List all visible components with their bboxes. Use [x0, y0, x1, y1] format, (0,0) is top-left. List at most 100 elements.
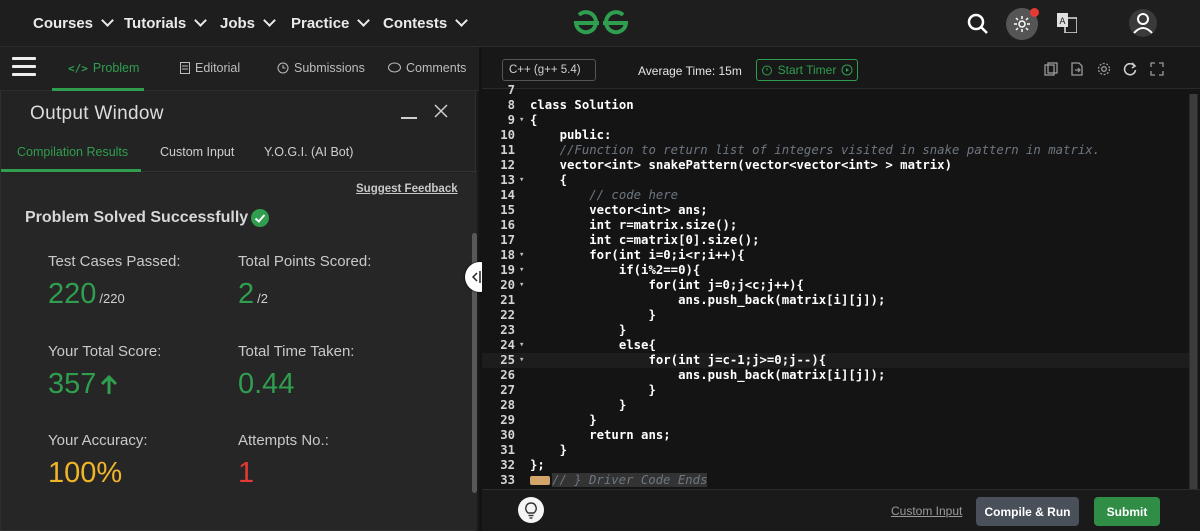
code-line[interactable]: 13 ▾ { [482, 173, 1190, 188]
nav-contests[interactable]: Contests [383, 12, 469, 34]
code-line[interactable]: 21 ans.push_back(matrix[i][j]); [482, 293, 1190, 308]
points-total: /2 [257, 291, 268, 306]
line-number: 33 [500, 473, 515, 487]
tab-submissions-label: Submissions [294, 61, 365, 75]
code-line[interactable]: 31 } [482, 443, 1190, 458]
submit-button[interactable]: Submit [1094, 497, 1160, 526]
minimize-button[interactable] [401, 117, 417, 119]
nav-tutorials[interactable]: Tutorials [124, 12, 208, 34]
code-line-text: int c=matrix[0].size(); [530, 233, 760, 247]
tab-comments[interactable]: Comments [388, 61, 466, 75]
settings-icon[interactable] [1097, 62, 1111, 76]
code-line[interactable]: 22 } [482, 308, 1190, 323]
tab-yogi-bot[interactable]: Y.O.G.I. (AI Bot) [264, 145, 353, 159]
language-select[interactable]: C++ (g++ 5.4) [502, 59, 596, 81]
code-line[interactable]: 14 // code here [482, 188, 1190, 203]
code-line[interactable]: 30 return ans; [482, 428, 1190, 443]
code-line[interactable]: 9 ▾{ [482, 113, 1190, 128]
code-line[interactable]: 11 //Function to return list of integers… [482, 143, 1190, 158]
code-line[interactable]: 28 } [482, 398, 1190, 413]
tab-custom-input[interactable]: Custom Input [160, 145, 234, 159]
code-line[interactable]: 33 // } Driver Code Ends [482, 473, 1190, 488]
code-line-text: ans.push_back(matrix[i][j]); [530, 293, 886, 307]
code-line[interactable]: 7 [482, 83, 1190, 98]
nav-jobs-label: Jobs [220, 14, 256, 32]
timer-icon [761, 65, 772, 76]
reset-icon[interactable] [1123, 62, 1137, 76]
code-line[interactable]: 29 } [482, 413, 1190, 428]
points-value: 2/2 [238, 278, 268, 311]
compile-run-button[interactable]: Compile & Run [976, 497, 1079, 526]
code-line[interactable]: 23 } [482, 323, 1190, 338]
code-line[interactable]: 17 int c=matrix[0].size(); [482, 233, 1190, 248]
copy-icon[interactable] [1044, 62, 1058, 76]
code-line-text: for(int j=c-1;j>=0;j--){ [530, 353, 827, 367]
translate-button[interactable]: A [1057, 13, 1078, 34]
test-cases-passed: 220 [48, 278, 97, 310]
custom-input-link[interactable]: Custom Input [891, 504, 962, 518]
code-line-text: ans.push_back(matrix[i][j]); [530, 368, 886, 382]
folded-code-badge[interactable] [530, 476, 550, 485]
code-line[interactable]: 19 ▾ if(i%2==0){ [482, 263, 1190, 278]
fullscreen-icon[interactable] [1150, 62, 1164, 76]
fold-toggle-icon[interactable]: ▾ [519, 248, 527, 263]
tab-submissions[interactable]: Submissions [277, 61, 365, 75]
language-select-value: C++ (g++ 5.4) [509, 64, 581, 76]
close-button[interactable] [433, 103, 449, 119]
code-line[interactable]: 12 vector<int> snakePattern(vector<vecto… [482, 158, 1190, 173]
code-line[interactable]: 24 ▾ else{ [482, 338, 1190, 353]
line-number: 24 [500, 338, 515, 352]
file-icon[interactable] [1070, 62, 1084, 76]
fold-toggle-icon[interactable]: ▾ [519, 338, 527, 353]
user-avatar[interactable] [1128, 8, 1158, 38]
gfg-logo[interactable] [570, 8, 632, 43]
active-subtab-indicator [1, 169, 141, 172]
code-line[interactable]: 18 ▾ for(int i=0;i<r;i++){ [482, 248, 1190, 263]
line-number: 32 [500, 458, 515, 472]
tab-compilation-results[interactable]: Compilation Results [17, 145, 128, 159]
line-number: 18 [500, 248, 515, 262]
fold-toggle-icon[interactable]: ▾ [519, 353, 527, 368]
output-tabs: Compilation Results Custom Input Y.O.G.I… [1, 134, 477, 172]
line-number: 9 [507, 113, 515, 127]
start-timer-button[interactable]: Start Timer [756, 59, 858, 81]
code-line[interactable]: 8 class Solution [482, 98, 1190, 113]
code-line-text: else{ [530, 338, 656, 352]
line-number: 26 [500, 368, 515, 382]
search-button[interactable] [965, 11, 991, 37]
code-line[interactable]: 27 } [482, 383, 1190, 398]
menu-button[interactable] [12, 57, 36, 79]
code-line[interactable]: 32}; [482, 458, 1190, 473]
fold-toggle-icon[interactable]: ▾ [519, 263, 527, 278]
code-line[interactable]: 16 int r=matrix.size(); [482, 218, 1190, 233]
code-line[interactable]: 25 ▾ for(int j=c-1;j>=0;j--){ [482, 353, 1190, 368]
line-number: 21 [500, 293, 515, 307]
fold-toggle-icon[interactable]: ▾ [519, 173, 527, 188]
time-value: 0.44 [238, 368, 295, 400]
hint-button[interactable] [518, 497, 544, 523]
points-scored: 2 [238, 278, 255, 310]
tab-problem[interactable]: </> Problem [68, 61, 139, 75]
suggest-feedback-link[interactable]: Suggest Feedback [356, 183, 458, 195]
code-editor[interactable]: 7 8 class Solution 9 ▾{10 public: 11 //Functi… [482, 83, 1200, 489]
solved-status: Problem Solved Successfully [25, 209, 270, 227]
line-number: 29 [500, 413, 515, 427]
nav-courses[interactable]: Courses [33, 12, 114, 34]
compilation-results-panel: Suggest Feedback Problem Solved Successf… [1, 173, 477, 530]
nav-practice[interactable]: Practice [291, 12, 371, 34]
code-line[interactable]: 20 ▾ for(int j=0;j<c;j++){ [482, 278, 1190, 293]
code-line[interactable]: 15 vector<int> ans; [482, 203, 1190, 218]
nav-jobs[interactable]: Jobs [220, 12, 276, 34]
editor-scrollbar-thumb[interactable] [1190, 94, 1197, 531]
fold-toggle-icon[interactable]: ▾ [519, 113, 527, 128]
editor-scrollbar[interactable] [1189, 94, 1198, 531]
code-line[interactable]: 26 ans.push_back(matrix[i][j]); [482, 368, 1190, 383]
editor-footer: Custom Input Compile & Run Submit [482, 489, 1200, 531]
solved-status-text: Problem Solved Successfully [25, 209, 249, 226]
code-line[interactable]: 10 public: [482, 128, 1190, 143]
theme-toggle-button[interactable] [1006, 8, 1039, 40]
code-line-text: for(int i=0;i<r;i++){ [530, 248, 745, 262]
tab-editorial[interactable]: Editorial [180, 61, 240, 75]
fold-toggle-icon[interactable]: ▾ [519, 278, 527, 293]
problem-tabbar: </> Problem Editorial Submissions Commen… [0, 47, 479, 91]
